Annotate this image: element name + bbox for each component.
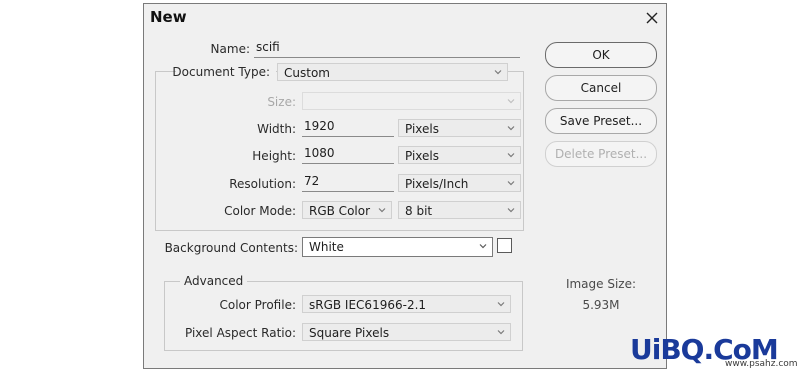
chevron-down-icon [507, 126, 515, 131]
width-label: Width: [257, 122, 296, 136]
close-icon[interactable] [642, 8, 662, 28]
pixel-aspect-ratio-label: Pixel Aspect Ratio: [185, 326, 296, 340]
background-color-swatch[interactable] [497, 238, 512, 253]
size-select [302, 92, 521, 110]
delete-preset-button: Delete Preset... [545, 141, 657, 167]
color-mode-value: RGB Color [309, 204, 371, 218]
color-mode-label: Color Mode: [224, 204, 296, 218]
ok-button[interactable]: OK [545, 42, 657, 68]
color-mode-select[interactable]: RGB Color [302, 201, 392, 219]
chevron-down-icon [494, 70, 502, 75]
height-unit-value: Pixels [405, 149, 440, 163]
image-size-value: 5.93M [582, 298, 620, 312]
watermark-site: www.psahz.com [725, 359, 798, 369]
dialog-title: New [150, 8, 187, 26]
chevron-down-icon [479, 244, 487, 249]
name-label: Name: [210, 42, 250, 56]
height-label: Height: [252, 149, 296, 163]
resolution-label: Resolution: [229, 177, 296, 191]
resolution-input[interactable]: 72 [302, 174, 394, 192]
cancel-button[interactable]: Cancel [545, 75, 657, 101]
width-input[interactable]: 1920 [302, 119, 394, 137]
bit-depth-select[interactable]: 8 bit [398, 201, 521, 219]
chevron-down-icon [507, 99, 515, 104]
document-type-select[interactable]: Custom [277, 63, 508, 81]
chevron-down-icon [378, 208, 386, 213]
advanced-legend: Advanced [180, 274, 248, 288]
pixel-aspect-ratio-value: Square Pixels [309, 326, 390, 340]
chevron-down-icon [497, 330, 505, 335]
image-size-label: Image Size: [565, 277, 637, 291]
size-label: Size: [267, 95, 296, 109]
background-contents-value: White [309, 240, 344, 254]
height-unit-select[interactable]: Pixels [398, 146, 521, 164]
document-type-label: Document Type: [172, 65, 270, 79]
save-preset-button[interactable]: Save Preset... [545, 108, 657, 134]
width-unit-select[interactable]: Pixels [398, 119, 521, 137]
height-input[interactable]: 1080 [302, 146, 394, 164]
background-contents-select[interactable]: White [302, 237, 493, 257]
name-input[interactable]: scifi [254, 40, 520, 58]
color-profile-value: sRGB IEC61966-2.1 [309, 298, 427, 312]
chevron-down-icon [497, 302, 505, 307]
bit-depth-value: 8 bit [405, 204, 433, 218]
pixel-aspect-ratio-select[interactable]: Square Pixels [302, 323, 511, 341]
resolution-unit-select[interactable]: Pixels/Inch [398, 174, 521, 192]
color-profile-label: Color Profile: [219, 298, 297, 312]
color-profile-select[interactable]: sRGB IEC61966-2.1 [302, 295, 511, 313]
width-unit-value: Pixels [405, 122, 440, 136]
chevron-down-icon [507, 208, 515, 213]
chevron-down-icon [507, 153, 515, 158]
background-contents-label: Background Contents: [164, 241, 298, 255]
resolution-unit-value: Pixels/Inch [405, 177, 469, 191]
document-type-value: Custom [284, 66, 330, 80]
chevron-down-icon [507, 181, 515, 186]
